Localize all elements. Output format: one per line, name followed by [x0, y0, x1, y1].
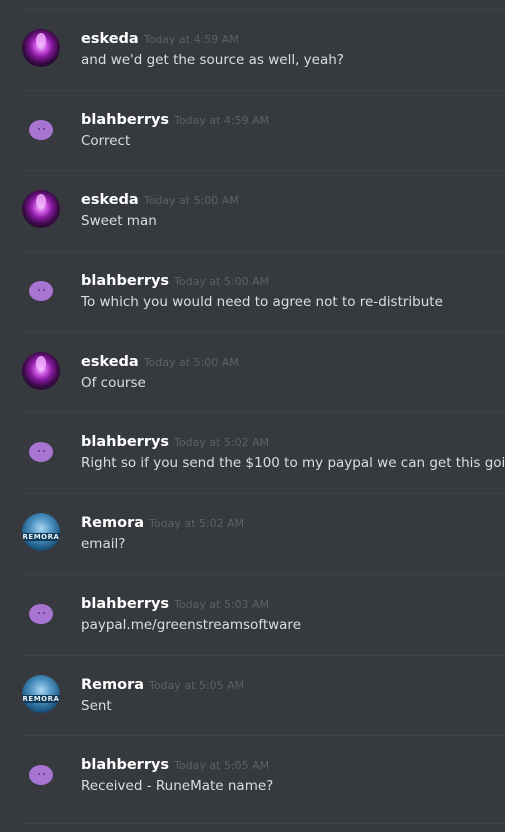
message-header: blahberrys Today at 4:59 AM: [81, 109, 269, 128]
message[interactable]: blahberrys Today at 5:02 AM Right so if y…: [20, 412, 505, 493]
username[interactable]: blahberrys: [81, 273, 169, 289]
timestamp: Today at 5:02 AM: [149, 517, 245, 531]
avatar[interactable]: [22, 594, 60, 632]
chat-log: eskeda Today at 4:59 AM and we'd get the …: [0, 0, 505, 832]
timestamp: Today at 5:00 AM: [143, 194, 239, 208]
message[interactable]: eskeda Today at 4:59 AM and we'd get the …: [20, 9, 505, 90]
username[interactable]: blahberrys: [81, 596, 169, 612]
message-list: eskeda Today at 4:59 AM and we'd get the …: [0, 9, 505, 816]
timestamp: Today at 4:59 AM: [143, 33, 239, 46]
avatar[interactable]: [22, 432, 60, 470]
message-header: eskeda Today at 5:00 AM: [81, 189, 239, 208]
username[interactable]: blahberrys: [81, 757, 169, 773]
message[interactable]: eskeda Today at 5:00 AM Of course: [20, 331, 505, 413]
message-text: paypal.me/greenstreamsoftware: [81, 616, 301, 633]
message-header: blahberrys Today at 5:05 AM: [81, 754, 269, 773]
message-header: blahberrys Today at 5:02 AM: [81, 431, 269, 450]
divider: [20, 823, 505, 824]
timestamp: Today at 5:03 AM: [174, 597, 270, 611]
message[interactable]: blahberrys Today at 5:05 AM Received - Ru…: [20, 735, 505, 816]
avatar[interactable]: [22, 351, 60, 390]
message-text: To which you would need to agree not to …: [81, 294, 443, 311]
message-header: eskeda Today at 4:59 AM: [81, 28, 239, 47]
message[interactable]: REMORA Remora Today at 5:02 AM email?: [20, 493, 505, 574]
message-text: and we'd get the source as well, yeah?: [81, 52, 344, 68]
timestamp: Today at 5:02 AM: [174, 436, 270, 450]
username[interactable]: eskeda: [81, 31, 139, 47]
avatar-flare: [36, 33, 46, 47]
message-text: Of course: [81, 374, 146, 391]
avatar[interactable]: [22, 190, 60, 229]
timestamp: Today at 5:05 AM: [174, 759, 270, 773]
username[interactable]: blahberrys: [81, 434, 169, 450]
message-text: email?: [81, 536, 126, 553]
blob-eye: [38, 611, 40, 614]
avatar-flare: [36, 355, 46, 370]
username[interactable]: Remora: [81, 677, 144, 693]
message-header: eskeda Today at 5:00 AM: [81, 351, 239, 370]
timestamp: Today at 5:00 AM: [174, 275, 270, 289]
blob-icon: [29, 281, 53, 302]
message[interactable]: blahberrys Today at 4:59 AM Correct: [20, 89, 505, 171]
message-text: Sweet man: [81, 213, 157, 230]
timestamp: Today at 5:05 AM: [149, 678, 245, 692]
username[interactable]: Remora: [81, 515, 144, 531]
avatar-logo-text: REMORA: [22, 694, 60, 703]
message-text: Correct: [81, 132, 131, 149]
avatar-logo-text: REMORA: [22, 533, 60, 542]
message[interactable]: REMORA Remora Today at 5:05 AM Sent: [20, 654, 505, 736]
blob-icon: [29, 603, 53, 624]
username[interactable]: eskeda: [81, 354, 139, 370]
message-header: blahberrys Today at 5:00 AM: [81, 270, 269, 289]
avatar[interactable]: REMORA: [22, 674, 60, 713]
blob-eye: [43, 127, 45, 130]
avatar[interactable]: [22, 110, 60, 148]
message[interactable]: blahberrys Today at 5:00 AM To which you …: [20, 251, 505, 332]
message-text: Received - RuneMate name?: [81, 778, 274, 795]
message-header: Remora Today at 5:05 AM: [81, 674, 244, 693]
blob-eye: [38, 127, 40, 130]
username[interactable]: eskeda: [81, 192, 139, 208]
avatar[interactable]: [22, 755, 60, 793]
message-header: blahberrys Today at 5:03 AM: [81, 593, 269, 612]
timestamp: Today at 4:59 AM: [174, 113, 270, 127]
message-header: Remora Today at 5:02 AM: [81, 512, 244, 531]
blob-icon: [29, 442, 53, 463]
avatar[interactable]: [22, 271, 60, 309]
avatar[interactable]: [22, 29, 60, 67]
timestamp: Today at 5:00 AM: [143, 355, 239, 369]
username[interactable]: blahberrys: [81, 112, 169, 128]
avatar-flare: [36, 194, 46, 209]
message[interactable]: blahberrys Today at 5:03 AM paypal.me/gre…: [20, 573, 505, 655]
message-text: Sent: [81, 697, 112, 714]
message[interactable]: eskeda Today at 5:00 AM Sweet man: [20, 170, 505, 251]
blob-eye: [43, 611, 45, 614]
message-text: Right so if you send the $100 to my payp…: [81, 455, 505, 472]
blob-icon: [29, 765, 53, 786]
blob-icon: [29, 119, 53, 140]
avatar[interactable]: REMORA: [22, 513, 60, 552]
